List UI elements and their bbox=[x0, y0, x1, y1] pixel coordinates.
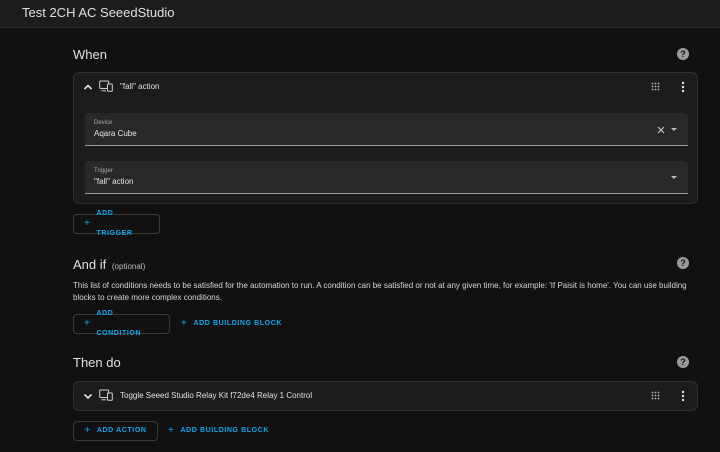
when-section-title: When bbox=[73, 47, 107, 62]
clear-icon[interactable] bbox=[657, 126, 665, 134]
device-field-value: Aqara Cube bbox=[94, 129, 137, 138]
add-trigger-label: ADD TRIGGER bbox=[96, 210, 133, 237]
when-help-icon[interactable]: ? bbox=[677, 48, 689, 60]
plus-icon: + bbox=[181, 318, 188, 329]
add-building-block-button[interactable]: + ADD BUILDING BLOCK bbox=[168, 421, 269, 441]
plus-icon: + bbox=[168, 425, 175, 436]
optional-label: (optional) bbox=[111, 262, 146, 271]
add-building-block-label: ADD BUILDING BLOCK bbox=[180, 427, 270, 434]
chevron-up-icon[interactable] bbox=[82, 81, 94, 93]
and-if-help-icon[interactable]: ? bbox=[677, 257, 689, 269]
add-action-button[interactable]: + ADD ACTION bbox=[73, 421, 158, 441]
action-card-label: Toggle Seeed Studio Relay Kit f72de4 Rel… bbox=[120, 391, 313, 400]
add-building-block-label: ADD BUILDING BLOCK bbox=[193, 320, 283, 327]
trigger-card: "fall" action Device Aqara Cube Trigger … bbox=[73, 72, 698, 204]
add-condition-label: ADD CONDITION bbox=[96, 310, 142, 337]
top-app-bar: Test 2CH AC SeeedStudio bbox=[0, 0, 720, 28]
trigger-field[interactable]: Trigger "fall" action bbox=[85, 161, 688, 194]
device-field[interactable]: Device Aqara Cube bbox=[85, 113, 688, 146]
device-icon bbox=[99, 389, 113, 401]
plus-icon: + bbox=[84, 218, 91, 229]
drag-handle-icon[interactable] bbox=[651, 82, 660, 91]
dropdown-arrow-icon[interactable] bbox=[671, 128, 677, 131]
device-field-label: Device bbox=[94, 120, 113, 126]
add-trigger-button[interactable]: + ADD TRIGGER bbox=[73, 210, 160, 237]
chevron-down-icon[interactable] bbox=[82, 390, 94, 402]
overflow-menu-icon[interactable] bbox=[681, 81, 685, 93]
trigger-field-value: "fall" action bbox=[94, 177, 134, 186]
then-do-help-icon[interactable]: ? bbox=[677, 356, 689, 368]
plus-icon: + bbox=[84, 318, 91, 329]
trigger-card-header[interactable]: "fall" action bbox=[74, 73, 697, 101]
overflow-menu-icon[interactable] bbox=[681, 390, 685, 402]
drag-handle-icon[interactable] bbox=[651, 391, 660, 400]
dropdown-arrow-icon[interactable] bbox=[671, 176, 677, 179]
trigger-card-label: "fall" action bbox=[120, 82, 160, 91]
device-icon bbox=[99, 80, 113, 92]
then-do-section-title: Then do bbox=[73, 355, 121, 370]
plus-icon: + bbox=[84, 425, 91, 436]
add-building-block-button[interactable]: + ADD BUILDING BLOCK bbox=[181, 314, 282, 334]
add-condition-button[interactable]: + ADD CONDITION bbox=[73, 310, 170, 337]
then-do-title: Then do bbox=[73, 355, 121, 370]
add-action-label: ADD ACTION bbox=[96, 427, 147, 434]
and-if-section-title: And if (optional) bbox=[73, 257, 145, 272]
app-title: Test 2CH AC SeeedStudio bbox=[22, 5, 175, 20]
action-card-header[interactable]: Toggle Seeed Studio Relay Kit f72de4 Rel… bbox=[74, 382, 697, 410]
when-title: When bbox=[73, 47, 107, 62]
conditions-description: This list of conditions needs to be sati… bbox=[73, 281, 687, 302]
action-card: Toggle Seeed Studio Relay Kit f72de4 Rel… bbox=[73, 381, 698, 411]
trigger-field-label: Trigger bbox=[94, 168, 113, 174]
and-if-title: And if bbox=[73, 257, 107, 272]
